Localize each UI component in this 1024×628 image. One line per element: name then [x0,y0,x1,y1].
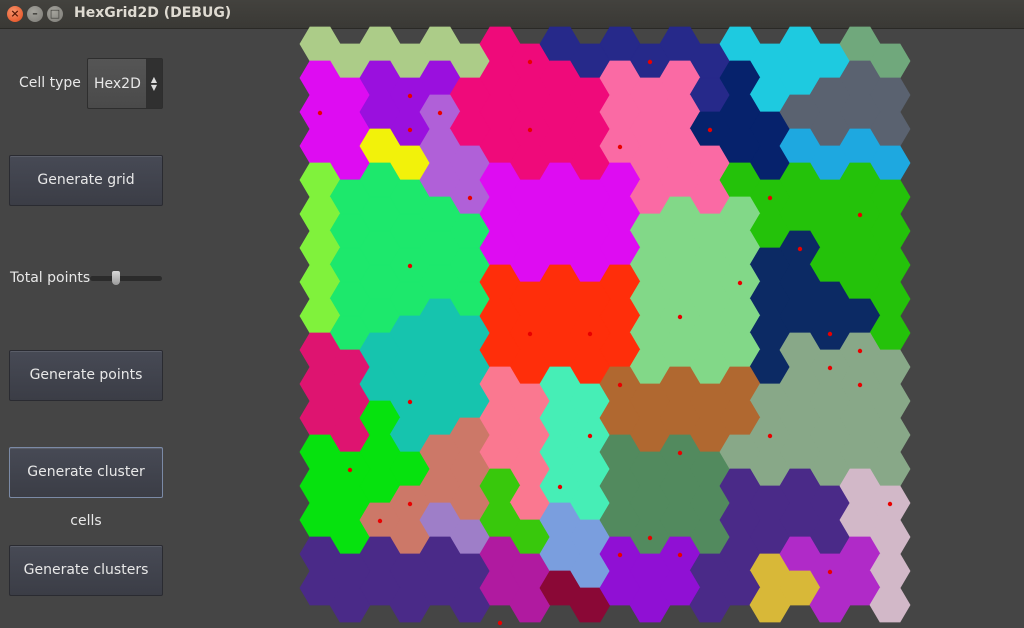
seed-point [527,331,533,337]
seed-point [527,127,533,133]
seed-point [647,535,653,541]
hex-grid-canvas[interactable] [0,0,1024,628]
seed-point [497,620,503,626]
seed-point [677,314,683,320]
seed-point [797,246,803,252]
seed-point [827,569,833,575]
seed-point [827,365,833,371]
seed-point [587,331,593,337]
seed-point [407,263,413,269]
seed-point [527,59,533,65]
seed-point [677,450,683,456]
seed-point [857,382,863,388]
seed-point [857,348,863,354]
seed-point [677,552,683,558]
seed-point [767,433,773,439]
seed-point [557,484,563,490]
seed-point [407,399,413,405]
seed-point [407,127,413,133]
seed-point [407,501,413,507]
seed-point [617,382,623,388]
seed-point [827,331,833,337]
seed-point [737,280,743,286]
seed-point [587,433,593,439]
seed-point [377,518,383,524]
seed-point [767,195,773,201]
seed-point [707,127,713,133]
seed-point [317,110,323,116]
seed-point [887,501,893,507]
seed-point [437,110,443,116]
seed-point [347,467,353,473]
seed-point [617,552,623,558]
seed-point [407,93,413,99]
seed-point [467,195,473,201]
seed-point [617,144,623,150]
seed-point [857,212,863,218]
seed-point [647,59,653,65]
